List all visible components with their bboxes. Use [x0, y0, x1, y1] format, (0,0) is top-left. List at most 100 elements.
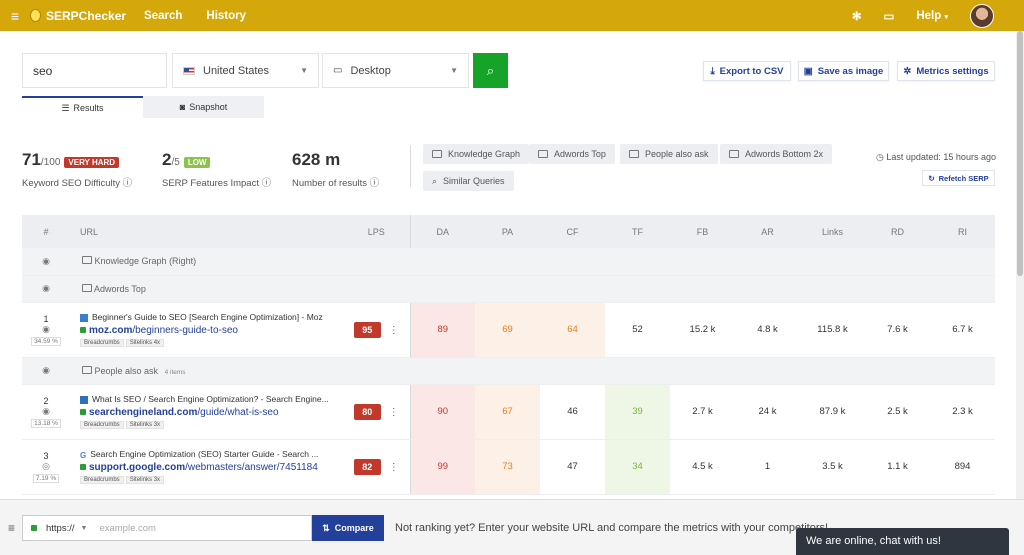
col-header[interactable]: Links — [800, 215, 865, 248]
feature-adwords-bottom[interactable]: Adwords Bottom 2x — [720, 144, 833, 164]
table-row[interactable]: 2 ◉ 13.18 % What Is SEO / Search Engine Op… — [22, 384, 995, 440]
help-circle-icon[interactable]: ⓘ — [262, 178, 272, 189]
cf-cell: 64 — [540, 302, 605, 358]
eye-icon[interactable]: ◉ — [42, 283, 50, 293]
keyword-input[interactable]: seo — [22, 53, 167, 88]
user-avatar[interactable] — [970, 3, 994, 28]
feature-label: Knowledge Graph — [448, 149, 521, 159]
feature-people-also-ask[interactable]: People also ask — [620, 144, 718, 164]
col-header[interactable]: LPS — [343, 215, 411, 248]
result-tag: Sitelinks 3x — [125, 421, 165, 429]
help-label: Help — [916, 9, 942, 22]
position: 3 — [43, 450, 49, 461]
feature-label: People also ask — [645, 149, 709, 159]
col-header[interactable]: RI — [930, 215, 995, 248]
ri-cell: 894 — [930, 439, 995, 495]
menu-icon[interactable]: ≡ — [0, 8, 30, 24]
table-row[interactable]: 1 ◉ 34.59 % Beginner's Guide to SEO [Searc… — [22, 302, 995, 358]
keyboard-icon[interactable]: ▭ — [883, 9, 894, 23]
fb-cell: 4.5 k — [670, 439, 735, 495]
sel-favicon-icon — [80, 395, 88, 404]
adwords-icon — [82, 283, 92, 292]
col-header[interactable]: AR — [735, 215, 800, 248]
feature-adwords-top[interactable]: Adwords Top — [529, 144, 615, 164]
ar-cell: 1 — [735, 439, 800, 495]
feature-label: Adwords Bottom 2x — [745, 149, 824, 159]
feature-label: Similar Queries — [443, 176, 505, 186]
chevron-down-icon: ▾ — [944, 13, 948, 21]
result-domain: support.google.com — [89, 462, 186, 473]
result-url[interactable]: support.google.com/webmasters/answer/745… — [80, 462, 343, 473]
export-csv-button[interactable]: ⤓ Export to CSV — [703, 61, 791, 81]
position: 1 — [43, 313, 49, 324]
col-header[interactable]: PA — [475, 215, 540, 248]
help-circle-icon[interactable]: ⓘ — [370, 178, 380, 189]
nav-history[interactable]: History — [206, 10, 246, 22]
search-button[interactable]: ⌕ — [473, 53, 508, 88]
more-options-icon[interactable]: ⋮ — [389, 462, 399, 473]
eye-icon[interactable]: ◉ — [42, 365, 50, 375]
group-row-people-also-ask: ◉ People also ask 4 items — [22, 357, 995, 385]
ar-cell: 24 k — [735, 384, 800, 440]
adwords-icon — [538, 150, 548, 158]
ri-cell: 2.3 k — [930, 384, 995, 440]
difficulty-badge: VERY HARD — [64, 156, 120, 168]
result-url[interactable]: moz.com/beginners-guide-to-seo — [80, 325, 343, 336]
more-options-icon[interactable]: ⋮ — [389, 325, 399, 336]
table-row[interactable]: 3 ◎ 7.19 % G Search Engine Optimization (SE… — [22, 439, 995, 495]
feature-similar-queries[interactable]: ⌕ Similar Queries — [423, 171, 514, 191]
col-header[interactable]: TF — [605, 215, 670, 248]
col-header[interactable]: FB — [670, 215, 735, 248]
live-chat-widget[interactable]: We are online, chat with us! — [796, 528, 1009, 555]
refetch-serp-button[interactable]: ↻ Refetch SERP — [922, 170, 995, 186]
more-options-icon[interactable]: ⋮ — [389, 407, 399, 418]
result-path: /guide/what-is-seo — [197, 407, 279, 418]
lock-icon — [31, 525, 37, 531]
app-name: SERPChecker — [46, 8, 127, 23]
result-url[interactable]: searchengineland.com/guide/what-is-seo — [80, 407, 343, 418]
tab-results[interactable]: ☰ Results — [22, 96, 143, 118]
compare-url-input[interactable]: https:// ▼ example.com — [22, 515, 312, 541]
result-title: What Is SEO / Search Engine Optimization… — [92, 394, 329, 404]
help-menu[interactable]: Help ▾ — [916, 10, 948, 22]
links-cell: 87.9 k — [800, 384, 865, 440]
feature-knowledge-graph[interactable]: Knowledge Graph — [423, 144, 530, 164]
col-header[interactable]: URL — [70, 215, 343, 248]
menu-icon[interactable]: ≡ — [8, 521, 15, 535]
serp-impact-badge: LOW — [183, 156, 211, 168]
question-icon — [629, 150, 639, 158]
tab-snapshot[interactable]: ◙ Snapshot — [143, 96, 264, 118]
col-header[interactable]: # — [22, 215, 70, 248]
eye-hidden-icon[interactable]: ◎ — [22, 461, 70, 472]
fb-cell: 15.2 k — [670, 302, 735, 358]
result-path: /beginners-guide-to-seo — [132, 325, 238, 336]
protocol-select[interactable]: https:// — [46, 523, 75, 534]
page-scrollbar[interactable] — [1016, 31, 1024, 501]
lps-badge: 82 — [353, 458, 381, 475]
scrollbar-thumb[interactable] — [1017, 31, 1023, 276]
device-select[interactable]: ▭ Desktop ▼ — [322, 53, 469, 88]
country-select[interactable]: United States ▼ — [172, 53, 319, 88]
col-header[interactable]: DA — [410, 215, 475, 248]
app-logo[interactable]: SERPChecker — [30, 9, 126, 23]
difficulty-value: 71 — [22, 150, 41, 169]
results-metric: 628 m Number of results ⓘ — [292, 150, 379, 189]
col-header[interactable]: RD — [865, 215, 930, 248]
lock-icon — [80, 327, 86, 333]
eye-icon[interactable]: ◉ — [22, 406, 70, 417]
col-header[interactable]: CF — [540, 215, 605, 248]
metrics-settings-button[interactable]: ✲ Metrics settings — [897, 61, 995, 81]
export-label: Export to CSV — [719, 65, 784, 77]
help-circle-icon[interactable]: ⓘ — [123, 178, 133, 189]
eye-icon[interactable]: ◉ — [42, 256, 50, 266]
save-image-button[interactable]: ▣ Save as image — [798, 61, 889, 81]
nav-search[interactable]: Search — [144, 10, 182, 22]
group-label: People also ask — [94, 365, 159, 376]
eye-icon[interactable]: ◉ — [22, 324, 70, 335]
lps-badge: 95 — [353, 321, 381, 338]
compare-label: Compare — [334, 523, 374, 533]
settings-gear-icon[interactable]: ✻ — [852, 9, 862, 23]
position: 2 — [43, 395, 49, 406]
compare-button[interactable]: ⇅ Compare — [312, 515, 384, 541]
links-cell: 3.5 k — [800, 439, 865, 495]
